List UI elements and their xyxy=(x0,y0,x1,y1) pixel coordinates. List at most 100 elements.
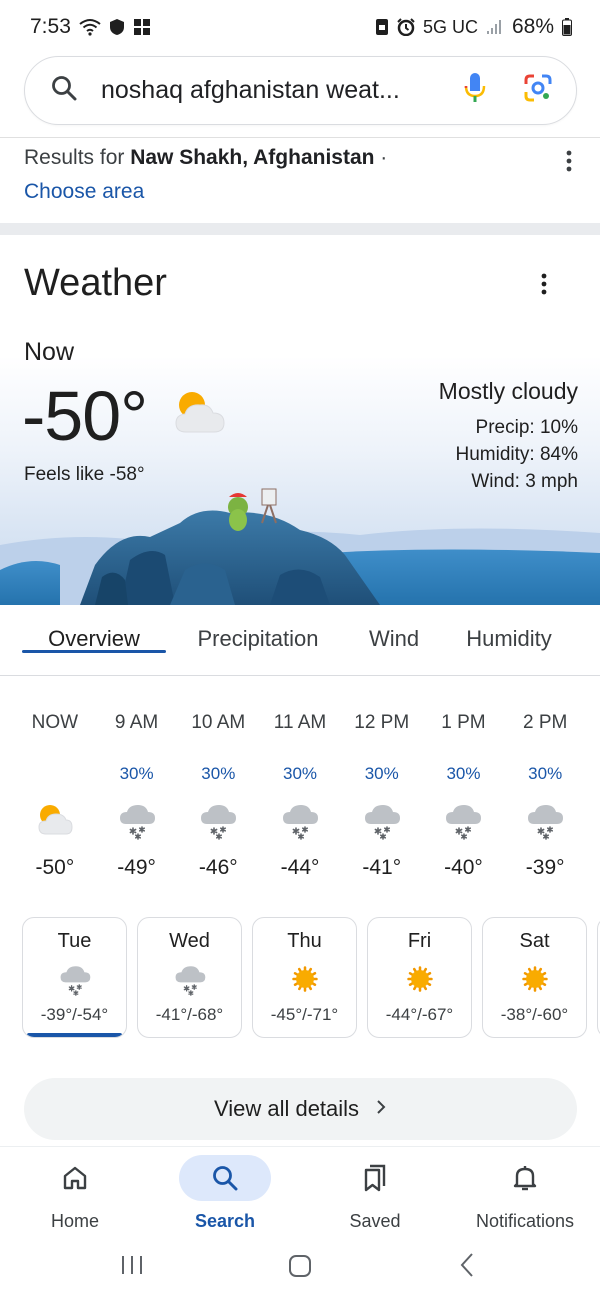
nav-home-label: Home xyxy=(50,1211,99,1231)
hour-time: NOW xyxy=(31,712,79,733)
hourly-item[interactable]: 1 PM 30% -40° xyxy=(423,712,505,880)
hour-temp: -49° xyxy=(117,856,156,879)
hour-precip: 30% xyxy=(119,764,154,783)
hour-precip: 30% xyxy=(283,764,318,783)
hour-precip xyxy=(14,764,96,788)
day-card-fri[interactable]: Fri -44°/-67° xyxy=(367,917,472,1038)
back-icon[interactable] xyxy=(458,1252,476,1283)
hour-temp: -44° xyxy=(280,856,320,879)
hourly-item[interactable]: 2 PM 30% -39° xyxy=(504,712,586,880)
search-bar[interactable]: noshaq afghanistan weat... xyxy=(24,56,577,125)
choose-area-link[interactable]: Choose area xyxy=(24,178,564,206)
partly-cloudy-icon xyxy=(172,388,228,441)
snow-icon xyxy=(259,796,341,844)
snow-icon xyxy=(504,796,586,844)
hourly-item[interactable]: NOW -50° xyxy=(14,712,96,880)
day-temp-range: -39°/-54° xyxy=(40,1005,109,1024)
weather-title: Weather xyxy=(24,262,167,304)
tab-precipitation[interactable]: Precipitation xyxy=(178,606,338,652)
bottom-navigation: Home Search Saved Notifications xyxy=(0,1146,600,1240)
snow-icon xyxy=(423,796,505,844)
day-card-sat[interactable]: Sat -38°/-60° xyxy=(482,917,587,1038)
hour-temp: -50° xyxy=(35,856,75,879)
home-icon xyxy=(63,1166,87,1190)
home-button-icon[interactable] xyxy=(288,1254,312,1283)
day-card-tue[interactable]: Tue -39°/-54° xyxy=(22,917,127,1038)
sun-icon xyxy=(368,957,471,1001)
tab-humidity[interactable]: Humidity xyxy=(452,606,566,652)
view-all-label: View all details xyxy=(213,1096,360,1121)
search-icon[interactable] xyxy=(51,75,77,106)
day-name: Thu xyxy=(287,930,322,952)
mic-icon[interactable] xyxy=(464,72,486,109)
bookmarks-icon xyxy=(364,1164,386,1192)
hourly-item[interactable]: 11 AM 30% -44° xyxy=(259,712,341,880)
more-options-icon[interactable] xyxy=(560,148,578,181)
hour-precip: 30% xyxy=(446,764,481,783)
google-lens-icon[interactable] xyxy=(524,74,552,107)
hour-time: 12 PM xyxy=(354,712,410,733)
network-type: 5G UC xyxy=(422,16,478,37)
recent-apps-icon[interactable] xyxy=(120,1254,144,1281)
nav-home[interactable]: Home xyxy=(0,1155,150,1232)
hour-precip: 30% xyxy=(201,764,236,783)
hourly-item[interactable]: 12 PM 30% -41° xyxy=(341,712,423,880)
weather-illustration xyxy=(0,488,600,605)
day-temp-range: -41°/-68° xyxy=(155,1005,224,1024)
hourly-item[interactable]: 10 AM 30% -46° xyxy=(177,712,259,880)
view-all-details-button[interactable]: View all details xyxy=(24,1078,577,1140)
signal-icon xyxy=(486,19,504,35)
nav-notifications[interactable]: Notifications xyxy=(450,1155,600,1232)
weather-more-options-icon[interactable] xyxy=(536,272,552,303)
hour-temp: -39° xyxy=(525,856,565,879)
snow-icon xyxy=(96,796,178,844)
status-bar: 7:53 5G UC 68% xyxy=(0,0,600,54)
day-card-wed[interactable]: Wed -41°/-68° xyxy=(137,917,242,1038)
section-separator xyxy=(0,223,600,235)
daily-forecast: Tue -39°/-54° Wed -41°/-68° Thu -45°/-71° Fri -… xyxy=(22,917,600,1041)
sun-icon xyxy=(253,957,356,1001)
divider xyxy=(0,137,600,138)
hour-temp: -40° xyxy=(444,856,483,879)
hour-temp: -46° xyxy=(198,856,238,879)
results-for-notice: Results for Naw Shakh, Afghanistan · Cho… xyxy=(24,144,564,206)
snow-icon xyxy=(177,796,259,844)
snow-icon xyxy=(341,796,423,844)
hour-time: 2 PM xyxy=(522,712,568,733)
hour-time: 10 AM xyxy=(191,712,246,733)
results-location: Naw Shakh, Afghanistan xyxy=(130,146,375,169)
nav-saved[interactable]: Saved xyxy=(300,1155,450,1232)
hour-time: 9 AM xyxy=(114,712,159,733)
day-card-thu[interactable]: Thu -45°/-71° xyxy=(252,917,357,1038)
nav-search[interactable]: Search xyxy=(150,1155,300,1232)
results-suffix: · xyxy=(374,146,388,169)
day-temp-range: -44°/-67° xyxy=(385,1005,454,1024)
hourly-forecast: NOW -50° 9 AM 30% -49° 10 AM 30% -46° 11 AM 30% -4… xyxy=(14,712,586,880)
hourly-item[interactable]: 9 AM 30% -49° xyxy=(96,712,178,880)
search-icon xyxy=(213,1166,238,1191)
battery-icon xyxy=(562,18,572,36)
lock-screen-icon xyxy=(375,18,389,36)
hour-time: 1 PM xyxy=(441,712,486,733)
weather-condition: Mostly cloudy xyxy=(438,378,578,404)
day-temp-range: -45°/-71° xyxy=(270,1005,339,1024)
humidity-stat: Humidity: 84% xyxy=(455,444,579,465)
now-label: Now xyxy=(24,338,75,366)
weather-hero: Now -50° Feels like -58° Mostly cloudy P… xyxy=(0,322,600,605)
snow-icon xyxy=(23,957,126,1001)
search-input[interactable]: noshaq afghanistan weat... xyxy=(101,76,464,105)
tab-overview[interactable]: Overview xyxy=(22,606,166,653)
day-name: Wed xyxy=(169,930,210,952)
shield-icon xyxy=(109,18,125,36)
tab-wind[interactable]: Wind xyxy=(356,606,432,652)
chevron-right-icon xyxy=(375,1096,387,1122)
hour-time: 11 AM xyxy=(273,712,327,733)
system-navigation-bar xyxy=(0,1240,600,1300)
alarm-icon xyxy=(397,18,415,36)
hour-temp: -41° xyxy=(362,856,402,879)
windows-icon xyxy=(133,18,151,36)
snow-icon xyxy=(138,957,241,1001)
status-time: 7:53 xyxy=(30,15,71,38)
hour-precip: 30% xyxy=(528,764,563,783)
day-name: Fri xyxy=(407,930,432,952)
